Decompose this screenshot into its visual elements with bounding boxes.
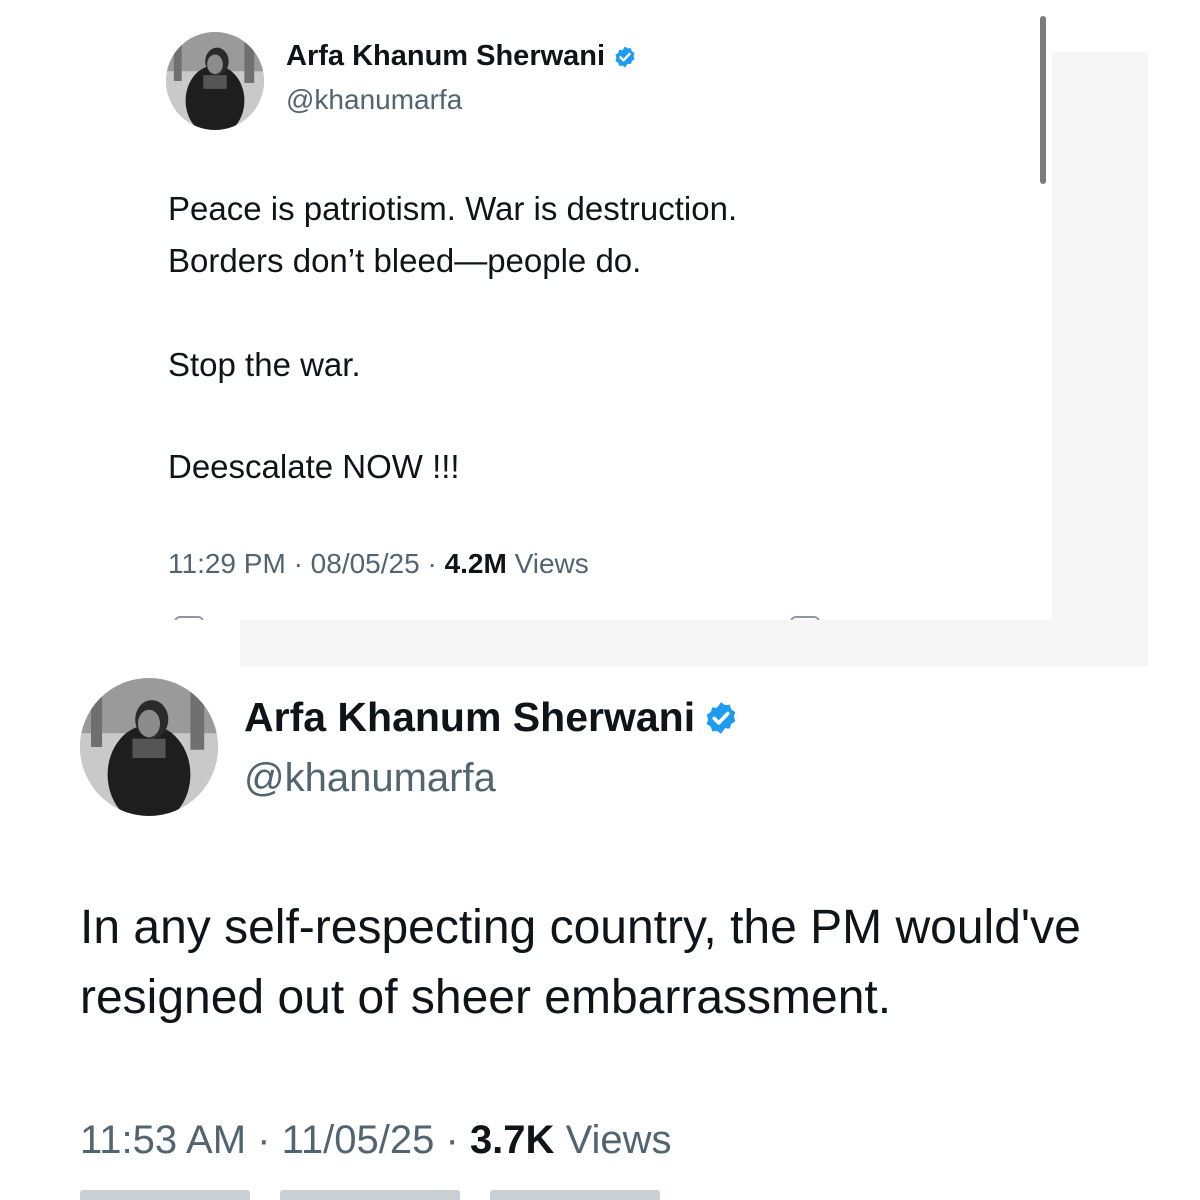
author-handle[interactable]: @khanumarfa <box>286 84 462 116</box>
meta-separator: · <box>257 1118 271 1162</box>
avatar[interactable] <box>166 32 264 130</box>
meta-separator: · <box>445 1118 459 1162</box>
display-name[interactable]: Arfa Khanum Sherwani <box>286 40 605 73</box>
author-handle[interactable]: @khanumarfa <box>244 756 496 801</box>
author-name-row[interactable]: Arfa Khanum Sherwani <box>286 40 637 73</box>
tweet-text-line: resigned out of sheer embarrassment. <box>80 971 892 1024</box>
avatar-photo <box>166 32 264 130</box>
tweet-text-line: Borders don’t bleed—people do. <box>168 242 642 279</box>
action-bar-cropped <box>170 612 1030 620</box>
tweet-text-line: Deescalate NOW !!! <box>168 448 460 485</box>
tweet-time[interactable]: 11:29 PM <box>168 548 286 579</box>
meta-separator: · <box>293 548 303 579</box>
avatar[interactable] <box>80 678 218 816</box>
meta-separator: · <box>427 548 437 579</box>
scrollbar[interactable] <box>1040 16 1046 184</box>
author-name-row[interactable]: Arfa Khanum Sherwani <box>244 694 739 741</box>
bookmark-icon[interactable] <box>790 616 820 620</box>
tweet-text-line: Stop the war. <box>168 346 361 383</box>
tweet-time[interactable]: 11:53 AM <box>80 1118 246 1162</box>
display-name[interactable]: Arfa Khanum Sherwani <box>244 694 695 741</box>
reply-icon[interactable] <box>174 616 204 620</box>
views-label: Views <box>565 1118 672 1162</box>
screenshot-edge-panel <box>1052 52 1148 666</box>
tweet-text-line: In any self-respecting country, the PM w… <box>80 901 1081 954</box>
cropped-text-line <box>80 1188 680 1200</box>
screenshot-edge-strip <box>240 620 1148 666</box>
tweet-meta: 11:53 AM · 11/05/25 · 3.7K Views <box>80 1118 672 1163</box>
tweet-text-line: Peace is patriotism. War is destruction. <box>168 190 738 227</box>
tweet-date[interactable]: 11/05/25 <box>282 1118 435 1162</box>
avatar-photo <box>80 678 218 816</box>
tweet-meta: 11:29 PM · 08/05/25 · 4.2M Views <box>168 548 589 580</box>
verified-badge-icon <box>613 45 637 69</box>
tweet-date[interactable]: 08/05/25 <box>311 548 420 579</box>
views-count: 4.2M <box>444 548 507 579</box>
views-count: 3.7K <box>469 1118 555 1162</box>
verified-badge-icon <box>703 700 739 736</box>
views-label: Views <box>514 548 589 579</box>
